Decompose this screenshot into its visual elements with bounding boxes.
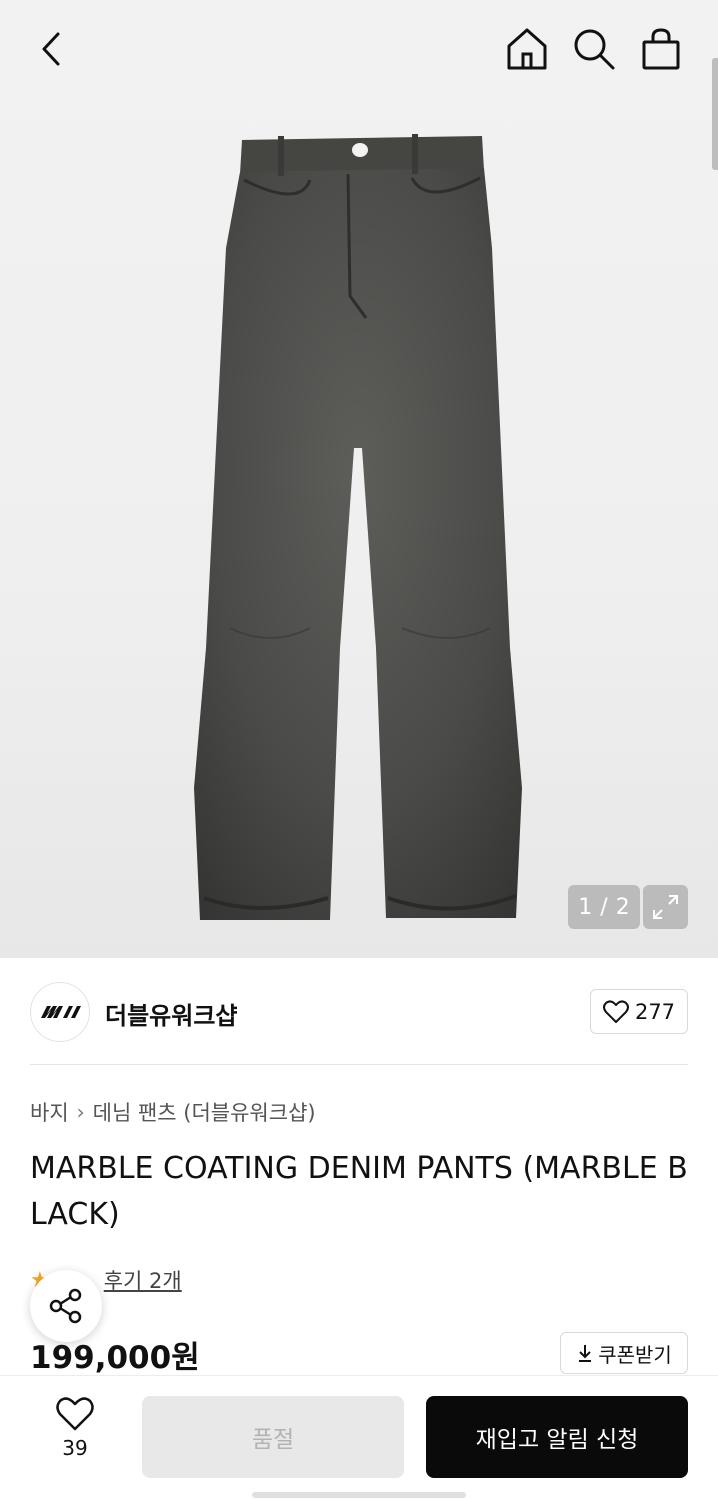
image-counter-separator: / bbox=[600, 894, 608, 920]
home-icon bbox=[507, 28, 547, 70]
shopping-bag-icon bbox=[642, 28, 680, 70]
heart-icon bbox=[602, 999, 629, 1023]
search-icon bbox=[574, 29, 615, 70]
restock-alert-button[interactable]: 재입고 알림 신청 bbox=[426, 1396, 688, 1478]
brand-logo[interactable] bbox=[30, 982, 90, 1042]
wishlist-button[interactable]: 39 bbox=[40, 1396, 110, 1466]
breadcrumb-item[interactable]: 데님 팬츠 (더블유워크샵) bbox=[93, 1097, 316, 1127]
breadcrumb: 바지 › 데님 팬츠 (더블유워크샵) bbox=[30, 1097, 316, 1127]
expand-image-button[interactable] bbox=[643, 885, 688, 929]
brand-like-button[interactable]: 277 bbox=[590, 989, 688, 1034]
product-image-gallery[interactable]: 1 / 2 bbox=[0, 0, 718, 958]
download-icon bbox=[579, 1345, 592, 1362]
chevron-right-icon: › bbox=[76, 1100, 85, 1124]
brand-like-count: 277 bbox=[634, 999, 676, 1024]
search-button[interactable] bbox=[571, 26, 617, 72]
breadcrumb-item[interactable]: 바지 bbox=[30, 1097, 69, 1127]
share-icon bbox=[49, 1288, 82, 1324]
product-title: MARBLE COATING DENIM PANTS (MARBLE BLACK… bbox=[30, 1151, 688, 1232]
divider bbox=[30, 1064, 688, 1065]
coupon-button[interactable]: 쿠폰받기 bbox=[560, 1332, 688, 1374]
review-count-link[interactable]: 후기 2개 bbox=[104, 1265, 182, 1295]
chevron-left-icon bbox=[42, 32, 60, 66]
back-button[interactable] bbox=[30, 26, 76, 72]
image-counter: 1 / 2 bbox=[568, 885, 640, 929]
product-price: 199,000원 bbox=[30, 1340, 200, 1376]
home-indicator bbox=[252, 1492, 466, 1498]
expand-icon bbox=[653, 895, 678, 919]
brand-logo-mark bbox=[41, 1006, 81, 1018]
coupon-label: 쿠폰받기 bbox=[598, 1342, 672, 1367]
product-image-denim-pants[interactable] bbox=[190, 128, 530, 928]
soldout-button: 품절 bbox=[142, 1396, 404, 1478]
image-counter-total: 2 bbox=[615, 894, 630, 920]
brand-row[interactable]: 더블유워크샵 277 bbox=[30, 982, 688, 1042]
bottom-action-bar: 39 품절 재입고 알림 신청 bbox=[0, 1375, 718, 1500]
image-counter-current: 1 bbox=[578, 894, 593, 920]
shopping-bag-button[interactable] bbox=[638, 26, 684, 72]
heart-icon bbox=[56, 1397, 94, 1431]
top-navigation-bar bbox=[0, 0, 718, 100]
home-button[interactable] bbox=[504, 26, 550, 72]
brand-name[interactable]: 더블유워크샵 bbox=[105, 996, 237, 1031]
wishlist-count: 39 bbox=[62, 1436, 88, 1460]
